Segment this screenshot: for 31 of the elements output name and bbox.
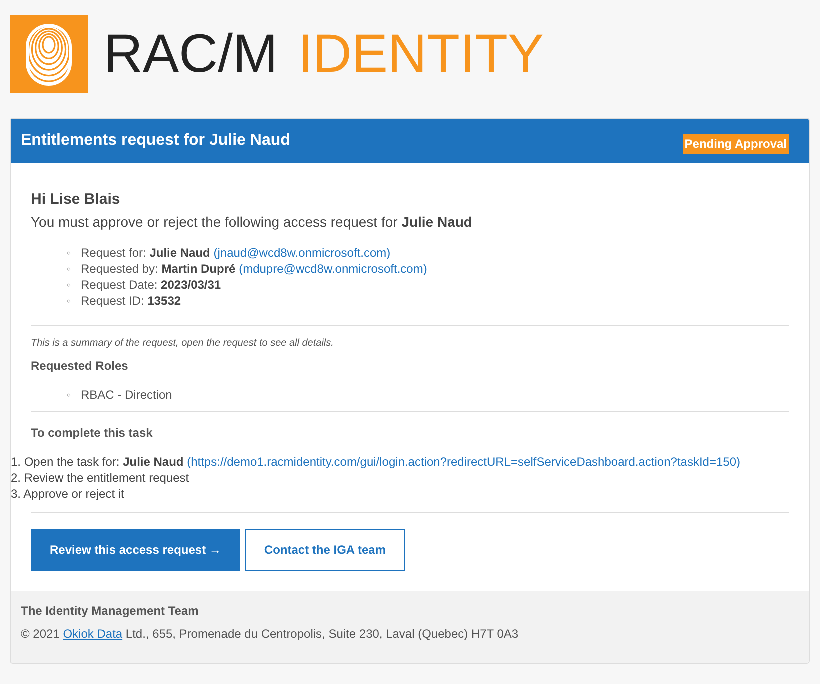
detail-item: Request for: Julie Naud (jnaud@wcd8w.onmicrosoft.com) [81, 244, 391, 260]
list-bullet: ◦ [67, 386, 72, 402]
footer-team: The Identity Management Team [21, 602, 200, 620]
logo-text: IDENTITY [298, 26, 544, 80]
logo-text: RAC/M [104, 26, 278, 80]
contact-button[interactable]: Contact the IGA team [245, 528, 405, 570]
list-bullet: ◦ [67, 276, 72, 292]
greeting: Hi Lise Blais [31, 190, 122, 210]
detail-item: Request Date: 2023/03/31 [81, 276, 222, 292]
task-step: 2. Review the entitlement request [11, 470, 789, 486]
list-bullet: ◦ [67, 292, 72, 308]
task-link[interactable]: (https://demo1.racmidentity.com/gui/login.action?redirectURL=selfServiceDashboard.action?taskId=150) [187, 454, 740, 468]
copyright-text: © 2021 Okiok Data Ltd., 655, Promenade du Centropolis, Suite 230, Laval (Quebec) H7T 0A3 [21, 626, 520, 642]
role-item: RBAC - Direction [81, 386, 172, 402]
company-link[interactable]: Okiok Data [63, 626, 123, 640]
summary-note: This is a summary of the request, open the request to see all details. [31, 336, 335, 350]
task-step: 1. Open the task for: Julie Naud (https://demo1.racmidentity.com/gui/login.action?redirectURL=selfServiceDashboard.action?taskId=150) [11, 454, 789, 470]
detail-item: Requested by: Martin Dupré (mdupre@wcd8w.onmicrosoft.com) [81, 260, 428, 276]
fingerprint-logo-icon [10, 14, 88, 92]
email-link[interactable]: (mdupre@wcd8w.onmicrosoft.com) [239, 262, 428, 276]
card-title: Entitlements request for Julie Naud [21, 131, 290, 151]
list-bullet: ◦ [67, 260, 72, 276]
intro-text: You must approve or reject the following access request for Julie Naud [31, 212, 474, 232]
email-link[interactable]: (jnaud@wcd8w.onmicrosoft.com) [214, 246, 391, 260]
status-badge: Pending Approval [682, 134, 789, 154]
task-step: 3. Approve or reject it [11, 486, 789, 502]
list-bullet: ◦ [67, 244, 72, 260]
section-heading: Requested Roles [31, 358, 130, 374]
detail-item: Request ID: 13532 [81, 292, 182, 308]
section-heading: To complete this task [31, 424, 154, 442]
review-button[interactable]: Review this access request → [31, 528, 240, 570]
